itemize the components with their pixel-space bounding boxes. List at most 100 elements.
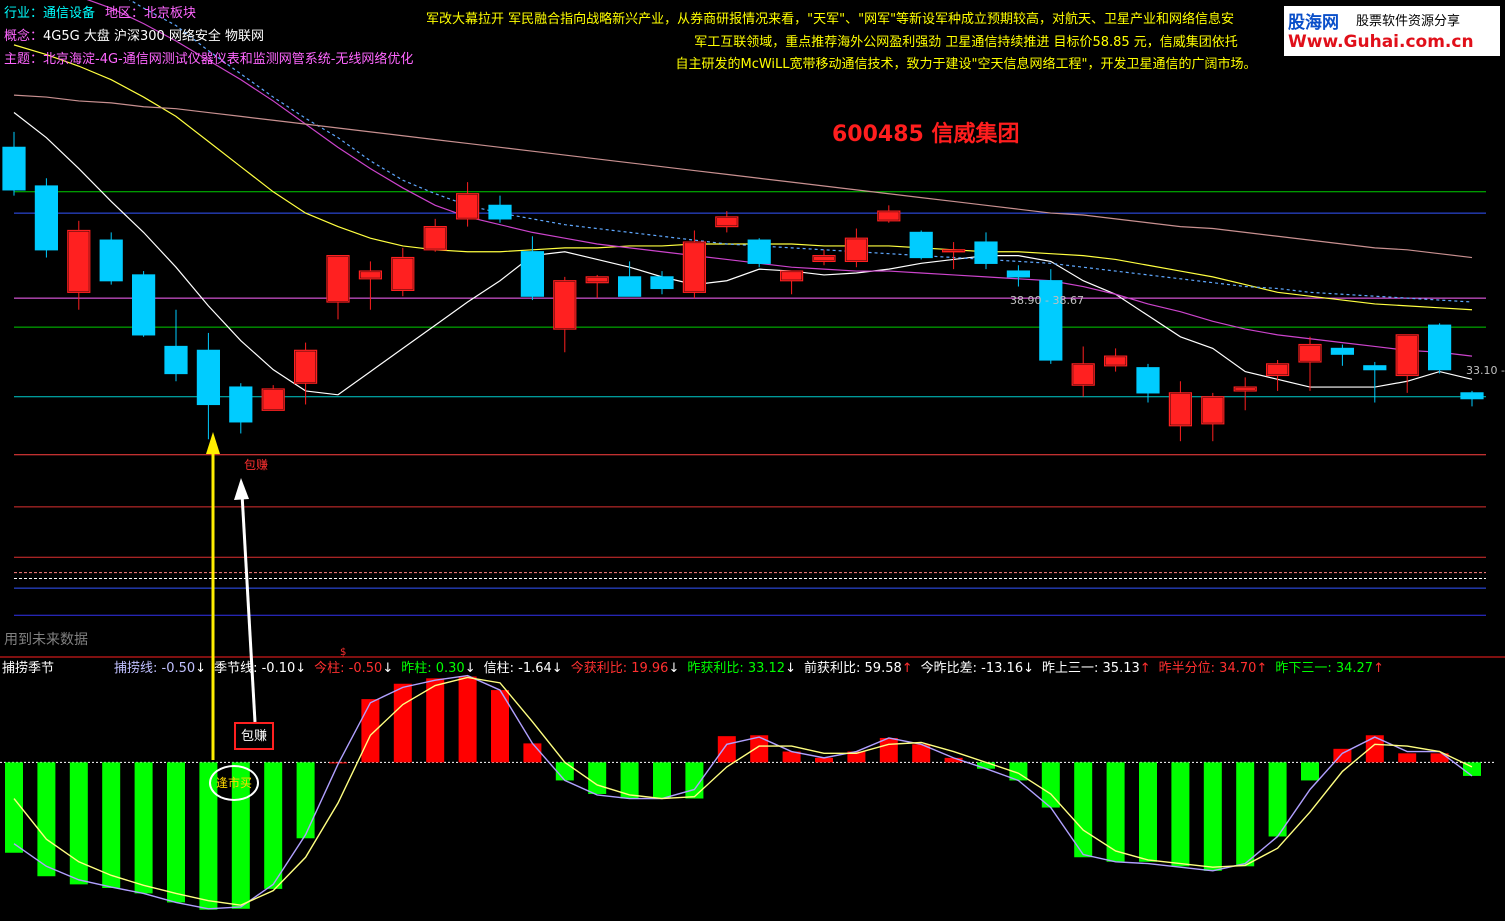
readout-0: 捕捞线: -0.50↓ xyxy=(114,661,206,676)
candle-29[interactable] xyxy=(941,242,966,270)
candle-45[interactable] xyxy=(1460,390,1484,407)
arrow-up-icon-9: ↑ xyxy=(1139,661,1151,676)
arrow-up-icon-7: ↑ xyxy=(901,661,913,676)
candle-17[interactable] xyxy=(553,276,577,353)
candle-4[interactable] xyxy=(132,271,156,337)
industry-value[interactable]: 通信设备 xyxy=(43,6,95,21)
candle-23[interactable] xyxy=(747,238,771,268)
industry-label: 行业： xyxy=(4,6,44,21)
candle-36[interactable] xyxy=(1168,381,1193,442)
candle-fill-2 xyxy=(68,231,89,292)
candle-12[interactable] xyxy=(391,247,415,297)
candle-fill-43 xyxy=(1397,335,1418,375)
candle-body-1 xyxy=(34,185,59,251)
arrow-down-icon-5: ↓ xyxy=(668,661,680,676)
concept-value[interactable]: 4G5G 大盘 沪深300 网络安全 物联网 xyxy=(43,29,264,44)
candle-37[interactable] xyxy=(1201,392,1225,442)
candles-layer[interactable] xyxy=(2,131,1484,442)
arrow-down-icon-1: ↓ xyxy=(295,661,307,676)
candle-24[interactable] xyxy=(779,270,804,295)
candle-33[interactable] xyxy=(1071,346,1095,397)
candle-22[interactable] xyxy=(715,211,739,233)
candle-15[interactable] xyxy=(488,195,512,223)
theme-row: 主题：北京海淀-4G-通信网测试仪器仪表和监测网管系统-无线网络优化 xyxy=(4,48,413,67)
candle-9[interactable] xyxy=(294,342,318,405)
candle-30[interactable] xyxy=(974,232,998,270)
candle-18[interactable] xyxy=(585,274,609,299)
readout-8: 今昨比差: -13.16↓ xyxy=(921,661,1034,676)
candle-fill-29 xyxy=(943,250,964,252)
candle-14[interactable] xyxy=(456,182,480,227)
indicator-readouts: 捕捞线: -0.50↓ 季节线: -0.10↓ 今柱: -0.50↓ 昨柱: 0.30… xyxy=(114,657,1392,676)
candle-38[interactable] xyxy=(1233,377,1257,411)
theme-value[interactable]: 北京海淀-4G-通信网测试仪器仪表和监测网管系统-无线网络优化 xyxy=(43,52,413,67)
candle-fill-25 xyxy=(814,256,834,261)
hist-bar-20 xyxy=(653,762,671,799)
industry-row: 行业：通信设备 地区：北京板块 xyxy=(4,2,196,21)
concept-row: 概念：4G5G 大盘 沪深300 网络安全 物联网 xyxy=(4,25,264,44)
candle-34[interactable] xyxy=(1103,348,1128,372)
candle-40[interactable] xyxy=(1298,336,1322,391)
candle-body-23 xyxy=(747,239,771,264)
future-data-note: 用到未来数据 xyxy=(4,632,88,648)
hist-bar-22 xyxy=(717,736,736,763)
candle-body-19 xyxy=(617,276,642,297)
readout-value-0: -0.50 xyxy=(157,661,196,676)
candle-16[interactable] xyxy=(520,236,545,301)
arrow-down-icon-0: ↓ xyxy=(195,661,207,676)
candle-fill-17 xyxy=(554,281,575,329)
candle-fill-36 xyxy=(1170,393,1191,425)
candle-10[interactable] xyxy=(326,255,350,320)
readout-label-4: 信柱: xyxy=(483,661,514,676)
candle-5[interactable] xyxy=(164,309,188,382)
hist-bar-1 xyxy=(37,762,56,877)
candle-31[interactable] xyxy=(1006,265,1031,287)
region-value[interactable]: 北京板块 xyxy=(144,6,196,21)
hist-bar-35 xyxy=(1139,762,1157,862)
candle-body-35 xyxy=(1136,367,1160,394)
candle-2[interactable] xyxy=(67,220,91,310)
candle-13[interactable] xyxy=(423,218,447,252)
candle-43[interactable] xyxy=(1395,334,1419,393)
candle-body-42 xyxy=(1363,365,1387,371)
readout-label-7: 前获利比: xyxy=(804,661,861,676)
candle-fill-14 xyxy=(457,194,478,218)
readout-label-10: 昨半分位: xyxy=(1158,661,1216,676)
candle-body-20 xyxy=(650,276,674,290)
candle-0[interactable] xyxy=(2,131,26,196)
candle-6[interactable] xyxy=(196,332,220,440)
candle-body-28 xyxy=(909,231,933,259)
candle-3[interactable] xyxy=(99,232,123,285)
candle-fill-26 xyxy=(846,239,867,261)
hist-bar-8 xyxy=(264,762,283,889)
indicator-name[interactable]: 捕捞季节 xyxy=(2,657,54,676)
hist-bar-13 xyxy=(426,678,445,763)
candle-32[interactable] xyxy=(1039,269,1063,364)
candle-28[interactable] xyxy=(909,230,933,260)
readout-value-11: 34.27 xyxy=(1331,661,1374,676)
candle-8[interactable] xyxy=(261,385,285,411)
candle-fill-39 xyxy=(1267,364,1288,375)
candle-44[interactable] xyxy=(1427,323,1452,374)
white-arrow-head xyxy=(234,478,249,500)
arrow-down-icon-6: ↓ xyxy=(785,661,796,676)
candle-7[interactable] xyxy=(229,383,253,434)
candle-body-45 xyxy=(1460,392,1484,400)
candle-11[interactable] xyxy=(358,261,382,310)
hist-bar-37 xyxy=(1203,762,1222,871)
candle-fill-24 xyxy=(781,272,802,280)
hist-bar-11 xyxy=(361,699,380,763)
candle-26[interactable] xyxy=(844,228,869,268)
hist-bar-2 xyxy=(69,762,88,885)
candle-1[interactable] xyxy=(34,178,59,258)
readout-value-7: 59.58 xyxy=(860,661,902,676)
candle-body-15 xyxy=(488,204,512,220)
readout-label-5: 今获利比: xyxy=(570,661,628,676)
candle-41[interactable] xyxy=(1330,344,1355,366)
candle-25[interactable] xyxy=(812,249,836,266)
candle-19[interactable] xyxy=(617,261,642,297)
candle-fill-9 xyxy=(295,351,316,383)
readout-label-1: 季节线: xyxy=(214,661,258,676)
candle-39[interactable] xyxy=(1265,360,1290,391)
candle-27[interactable] xyxy=(877,205,901,223)
